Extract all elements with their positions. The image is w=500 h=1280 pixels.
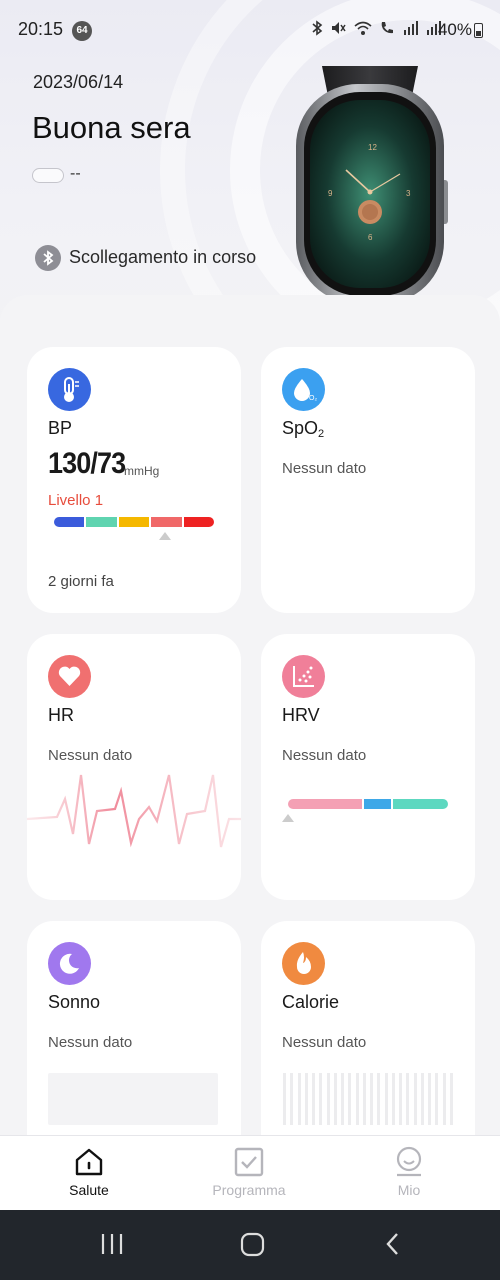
battery-percent: 40% (437, 20, 472, 39)
card-status: Nessun dato (282, 460, 367, 477)
tab-salute[interactable]: Salute (6, 1136, 172, 1211)
connection-status[interactable]: Scollegamento in corso (69, 247, 256, 268)
home-icon (75, 1148, 103, 1176)
hrv-scale-bar (288, 799, 448, 809)
bp-level: Livello 1 (48, 492, 104, 509)
signal-icon (403, 21, 418, 35)
header-date: 2023/06/14 (33, 72, 124, 92)
tab-programma[interactable]: Programma (166, 1136, 332, 1211)
card-status: Nessun dato (48, 747, 133, 764)
tab-label: Programma (212, 1182, 286, 1198)
greeting-title: Buona sera (32, 110, 191, 145)
flame-icon (282, 942, 325, 985)
tab-label: Mio (397, 1182, 421, 1198)
card-calories[interactable]: Calorie Nessun dato (261, 921, 475, 1135)
bp-value: 130/73 (48, 447, 126, 480)
wifi-icon (354, 21, 372, 35)
card-hrv[interactable]: HRV Nessun dato (261, 634, 475, 900)
card-title: Sonno (48, 992, 101, 1012)
bp-unit: mmHg (124, 464, 160, 478)
mute-icon (332, 22, 346, 34)
hrv-scale-pointer (282, 814, 294, 822)
sleep-chart-placeholder (48, 1073, 218, 1125)
card-spo2[interactable]: O₂ SpO2 Nessun dato (261, 347, 475, 613)
card-title: BP (48, 418, 73, 438)
call-icon (381, 22, 394, 34)
recent-apps-button[interactable] (90, 1210, 134, 1280)
status-time: 20:15 (18, 19, 64, 39)
bp-scale-segment (86, 517, 117, 527)
moon-icon (48, 942, 91, 985)
card-title: HRV (282, 705, 320, 725)
back-button[interactable] (372, 1210, 416, 1280)
bluetooth-icon (35, 245, 61, 271)
drop-icon: O₂ (282, 368, 325, 411)
card-title: SpO2 (282, 418, 325, 440)
status-bar: 20:15 64 40% (0, 0, 500, 60)
svg-text:3: 3 (406, 189, 411, 198)
system-navigation-bar (0, 1210, 500, 1280)
svg-text:12: 12 (368, 143, 377, 152)
card-status: Nessun dato (282, 1034, 367, 1051)
scatter-chart-icon (282, 655, 325, 698)
home-button[interactable] (230, 1210, 274, 1280)
hrv-scale-segment (288, 799, 362, 809)
back-icon (386, 1233, 398, 1255)
recent-apps-icon (101, 1234, 123, 1254)
health-cards-panel: BP 130/73 mmHg Livello 1 2 giorni fa O₂ … (0, 295, 500, 1135)
tab-mio[interactable]: Mio (326, 1136, 492, 1211)
status-icons (311, 20, 442, 39)
checkbox-icon (234, 1147, 264, 1177)
card-status: Nessun dato (282, 747, 367, 764)
tab-label: Salute (69, 1182, 109, 1198)
bp-scale-segment (54, 517, 85, 527)
calories-chart-placeholder (283, 1073, 453, 1125)
profile-icon (396, 1146, 422, 1177)
heart-rate-waveform (27, 774, 241, 848)
hrv-scale-segment (393, 799, 448, 809)
card-title: Calorie (282, 992, 340, 1012)
bp-last-update: 2 giorni fa (48, 573, 114, 590)
bp-scale-bar (54, 517, 215, 527)
svg-text:9: 9 (328, 189, 333, 198)
card-blood-pressure[interactable]: BP 130/73 mmHg Livello 1 2 giorni fa (27, 347, 241, 613)
card-status: Nessun dato (48, 1034, 133, 1051)
notification-count-badge: 64 (72, 21, 92, 41)
bp-scale-segment (151, 517, 182, 527)
heart-icon (48, 655, 91, 698)
card-title: HR (48, 705, 74, 725)
card-sleep[interactable]: Sonno Nessun dato (27, 921, 241, 1135)
card-heart-rate[interactable]: HR Nessun dato (27, 634, 241, 900)
device-battery-value: -- (70, 165, 81, 182)
device-battery-icon (32, 168, 64, 183)
bp-scale-segment (183, 517, 215, 527)
battery-icon (474, 23, 483, 38)
bp-scale-pointer (159, 532, 171, 540)
smartwatch-image: 12 9 3 6 (296, 66, 448, 320)
bp-scale-segment (118, 517, 150, 527)
home-nav-icon (240, 1232, 265, 1257)
bottom-tab-bar: Salute Programma Mio (0, 1135, 500, 1210)
svg-text:O₂: O₂ (309, 395, 317, 402)
hrv-scale-segment (363, 799, 392, 809)
svg-text:6: 6 (368, 233, 373, 242)
thermometer-icon (48, 368, 91, 411)
bluetooth-icon (312, 20, 323, 36)
